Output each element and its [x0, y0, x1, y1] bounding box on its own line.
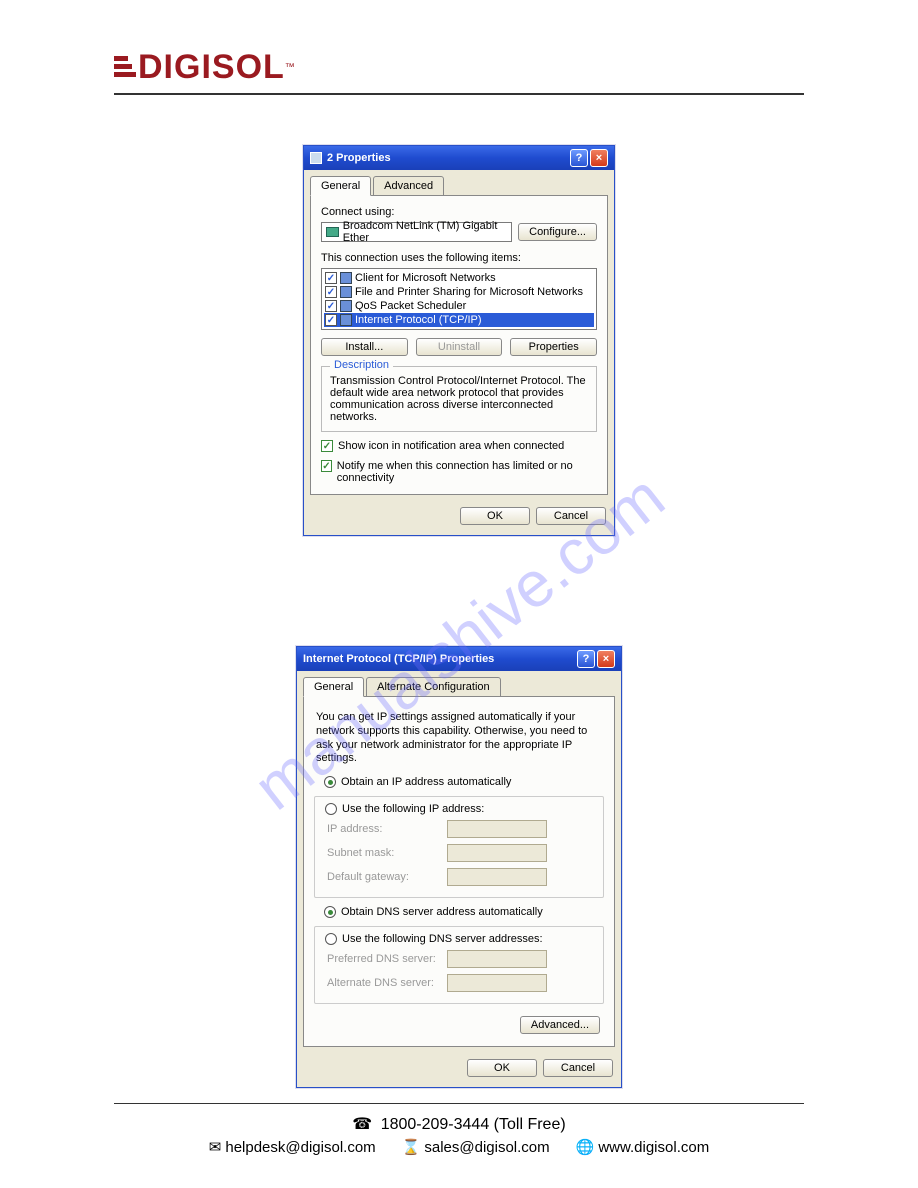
footer-sales: sales@digisol.com — [424, 1139, 549, 1156]
advanced-button[interactable]: Advanced... — [520, 1016, 600, 1034]
subnet-mask-field: Subnet mask: — [315, 841, 603, 865]
help-icon[interactable]: ? — [570, 149, 588, 167]
list-item[interactable]: ✓File and Printer Sharing for Microsoft … — [324, 285, 594, 299]
logo-tm: ™ — [285, 62, 296, 73]
cancel-button[interactable]: Cancel — [536, 507, 606, 525]
hourglass-icon: ⌛ — [402, 1139, 421, 1156]
footer-phone: 1800-209-3444 (Toll Free) — [381, 1116, 566, 1133]
footer-web: www.digisol.com — [598, 1139, 709, 1156]
page-footer: ☎ 1800-209-3444 (Toll Free) ✉helpdesk@di… — [114, 1103, 804, 1156]
ok-button[interactable]: OK — [460, 507, 530, 525]
client-icon — [340, 272, 352, 284]
description-legend: Description — [330, 359, 393, 371]
uninstall-button[interactable]: Uninstall — [416, 338, 503, 356]
header: DIGISOL ™ — [114, 48, 804, 95]
mail-icon: ✉ — [209, 1139, 222, 1156]
connect-using-label: Connect using: — [321, 206, 597, 218]
configure-button[interactable]: Configure... — [518, 223, 597, 241]
footer-helpdesk: helpdesk@digisol.com — [225, 1139, 375, 1156]
list-item-selected[interactable]: ✓Internet Protocol (TCP/IP) — [324, 313, 594, 327]
network-icon — [310, 152, 322, 164]
globe-icon: 🌐 — [576, 1139, 595, 1156]
dialog-title: Internet Protocol (TCP/IP) Properties — [303, 653, 494, 665]
close-icon[interactable]: × — [590, 149, 608, 167]
obtain-dns-auto-radio[interactable]: Obtain DNS server address automatically — [314, 904, 604, 920]
use-following-dns-radio[interactable]: Use the following DNS server addresses: — [315, 931, 603, 947]
tcpip-properties-dialog: Internet Protocol (TCP/IP) Properties ? … — [296, 646, 622, 1088]
tab-general[interactable]: General — [310, 176, 371, 196]
ok-button[interactable]: OK — [467, 1059, 537, 1077]
show-icon-checkbox[interactable]: ✓Show icon in notification area when con… — [321, 440, 597, 452]
help-icon[interactable]: ? — [577, 650, 595, 668]
ip-address-field: IP address: — [315, 817, 603, 841]
adapter-name: Broadcom NetLink (TM) Gigabit Ether — [343, 220, 507, 244]
cancel-button[interactable]: Cancel — [543, 1059, 613, 1077]
description-text: Transmission Control Protocol/Internet P… — [330, 375, 588, 423]
connection-items-list[interactable]: ✓Client for Microsoft Networks ✓File and… — [321, 268, 597, 330]
tab-general[interactable]: General — [303, 677, 364, 697]
items-label: This connection uses the following items… — [321, 252, 597, 264]
titlebar[interactable]: Internet Protocol (TCP/IP) Properties ? … — [297, 647, 621, 671]
nic-icon — [326, 227, 339, 237]
default-gateway-field: Default gateway: — [315, 865, 603, 889]
description-group: Description Transmission Control Protoco… — [321, 366, 597, 432]
close-icon[interactable]: × — [597, 650, 615, 668]
phone-icon: ☎ — [352, 1116, 372, 1133]
list-item[interactable]: ✓QoS Packet Scheduler — [324, 299, 594, 313]
preferred-dns-field: Preferred DNS server: — [315, 947, 603, 971]
properties-button[interactable]: Properties — [510, 338, 597, 356]
titlebar[interactable]: 2 Properties ? × — [304, 146, 614, 170]
printer-icon — [340, 286, 352, 298]
logo-text: DIGISOL — [138, 48, 285, 87]
install-button[interactable]: Install... — [321, 338, 408, 356]
tab-alternate-configuration[interactable]: Alternate Configuration — [366, 677, 501, 697]
connection-properties-dialog: 2 Properties ? × General Advanced Connec… — [303, 145, 615, 536]
adapter-field[interactable]: Broadcom NetLink (TM) Gigabit Ether — [321, 222, 512, 242]
obtain-ip-auto-radio[interactable]: Obtain an IP address automatically — [314, 774, 604, 790]
tcpip-icon — [340, 314, 352, 326]
alternate-dns-field: Alternate DNS server: — [315, 971, 603, 995]
dialog-title: 2 Properties — [327, 152, 391, 164]
qos-icon — [340, 300, 352, 312]
use-following-ip-radio[interactable]: Use the following IP address: — [315, 801, 603, 817]
tab-advanced[interactable]: Advanced — [373, 176, 444, 196]
notify-limited-checkbox[interactable]: ✓Notify me when this connection has limi… — [321, 460, 597, 484]
list-item[interactable]: ✓Client for Microsoft Networks — [324, 271, 594, 285]
intro-text: You can get IP settings assigned automat… — [314, 707, 604, 774]
digisol-logo: DIGISOL ™ — [114, 48, 296, 87]
